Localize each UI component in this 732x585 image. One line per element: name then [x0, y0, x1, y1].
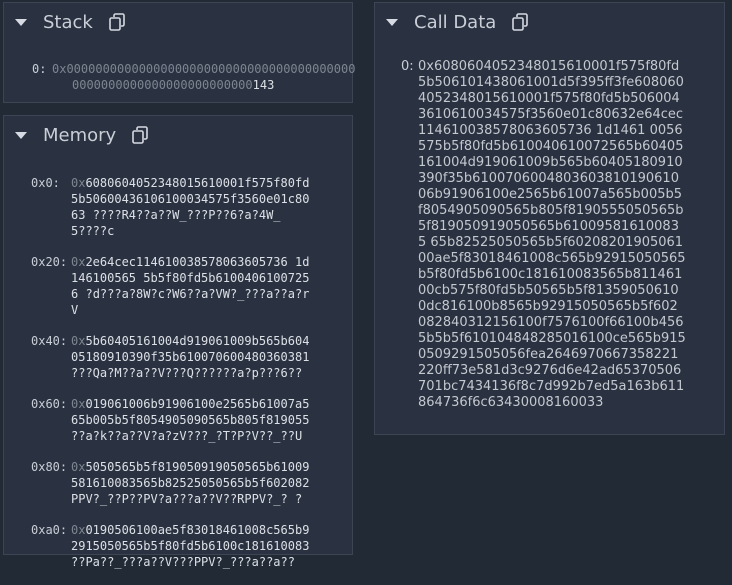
memory-ascii: ?d???a?8W?c?W6??a?VW?_???a??a?rV: [71, 287, 310, 317]
stack-value-zeros: 0000000000000000000000000000000000000000: [66, 62, 356, 76]
memory-row[interactable]: 0x0: 0x6080604052348015610001f575f80fd5b…: [31, 175, 313, 239]
memory-address: 0x0:: [31, 176, 60, 190]
hex-prefix: 0x: [71, 255, 86, 269]
hex-prefix: 0x: [71, 176, 86, 190]
memory-row[interactable]: 0xa0: 0x0190506100ae5f83018461008c565b92…: [31, 522, 313, 570]
hex-prefix: 0x: [71, 334, 86, 348]
memory-hex: 019061006b91906100e2565b61007a565b005b5f…: [71, 397, 310, 427]
memory-title: Memory: [43, 124, 117, 146]
stack-value: 143: [252, 78, 275, 92]
caret-down-icon[interactable]: [15, 18, 27, 26]
memory-ascii: ??a?k??a??V?a?zV???_?T?P?V??_??U: [71, 429, 303, 443]
memory-address: 0x80:: [31, 460, 68, 474]
caret-down-icon[interactable]: [386, 18, 398, 26]
hex-prefix: 0x: [71, 523, 86, 537]
memory-hex: 5050565b5f819050919050565b61009581610083…: [71, 460, 310, 490]
memory-row[interactable]: 0x20: 0x2e64cec114610038578063605736 1d1…: [31, 254, 313, 318]
memory-row[interactable]: 0x80: 0x5050565b5f819050919050565b610095…: [31, 459, 313, 507]
memory-address: 0x40:: [31, 334, 68, 348]
memory-header[interactable]: Memory: [4, 116, 352, 154]
memory-row[interactable]: 0x60: 0x019061006b91906100e2565b61007a56…: [31, 396, 313, 444]
stack-title: Stack: [43, 11, 93, 33]
memory-address: 0x60:: [31, 397, 68, 411]
stack-header[interactable]: Stack: [4, 3, 352, 41]
copy-icon[interactable]: [109, 13, 125, 31]
hex-prefix: 0x: [71, 397, 86, 411]
copy-icon[interactable]: [512, 13, 529, 31]
stack-value-zeros: 0000000000000000000000000: [72, 78, 253, 92]
hex-prefix: 0x: [52, 62, 67, 76]
memory-panel: Memory 0x0: 0x6080604052348015610001f575…: [3, 115, 353, 569]
memory-address: 0x20:: [31, 255, 68, 269]
memory-row[interactable]: 0x40: 0x5b60405161004d919061009b565b6040…: [31, 333, 313, 381]
stack-entry[interactable]: 0: 0x00000000000000000000000000000000000…: [32, 61, 355, 93]
memory-ascii: ???Qa?M??a??V???Q??????a?p???6??: [71, 366, 303, 380]
memory-ascii: PPV?_??P??PV?a???a??V??RPPV?_? ?: [71, 492, 303, 506]
calldata-header[interactable]: Call Data: [375, 3, 724, 41]
caret-down-icon[interactable]: [15, 131, 27, 139]
calldata-panel: Call Data 0: 0x6080604052348015610001f57…: [374, 2, 725, 435]
hex-prefix: 0x: [71, 460, 86, 474]
calldata-index: 0:: [401, 59, 414, 74]
calldata-entry[interactable]: 0: 0x6080604052348015610001f575f80fd5b50…: [401, 59, 686, 411]
memory-list: 0x0: 0x6080604052348015610001f575f80fd5b…: [31, 175, 313, 585]
memory-ascii: ????R4??a??W_???P??6?a?4W_5????c: [71, 208, 281, 238]
memory-hex: 0190506100ae5f83018461008c565b9291505056…: [71, 523, 310, 553]
calldata-value: 0x6080604052348015610001f575f80fd5b50610…: [418, 59, 686, 410]
stack-index: 0:: [32, 62, 47, 76]
stack-panel: Stack 0: 0x00000000000000000000000000000…: [3, 2, 355, 103]
memory-ascii: ??Pa??_???a??V???PPV?_???a??a??: [71, 555, 295, 569]
calldata-title: Call Data: [414, 11, 497, 33]
memory-hex: 5b60405161004d919061009b565b604051809103…: [71, 334, 310, 364]
copy-icon[interactable]: [132, 126, 149, 144]
memory-address: 0xa0:: [31, 523, 68, 537]
